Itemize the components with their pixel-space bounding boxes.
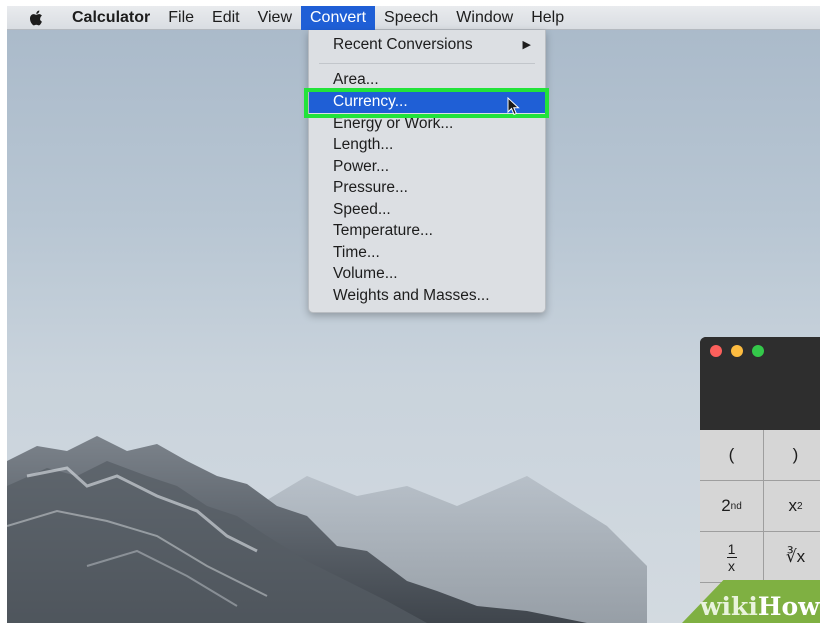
zoom-window-icon[interactable] — [752, 345, 764, 357]
apple-logo-icon — [29, 10, 42, 25]
key-label: 2 — [721, 496, 731, 515]
mouse-pointer-icon — [507, 97, 520, 116]
menu-window[interactable]: Window — [447, 6, 522, 30]
watermark-wiki: wiki — [700, 592, 758, 621]
menu-item-label: Recent Conversions — [333, 36, 473, 53]
watermark-how: How — [757, 592, 820, 621]
menu-calculator[interactable]: Calculator — [63, 6, 159, 30]
menu-separator — [319, 63, 535, 64]
menu-item-area[interactable]: Area... — [309, 69, 545, 91]
menu-item-speed[interactable]: Speed... — [309, 199, 545, 221]
minimize-window-icon[interactable] — [731, 345, 743, 357]
fraction-denominator: x — [728, 557, 735, 574]
menu-item-time[interactable]: Time... — [309, 242, 545, 264]
key-label: ( — [728, 445, 735, 464]
menu-item-length[interactable]: Length... — [309, 134, 545, 156]
menu-item-pressure[interactable]: Pressure... — [309, 177, 545, 199]
key-second[interactable]: 2nd — [700, 481, 764, 532]
convert-dropdown-menu: Recent Conversions ▶ Area... Currency...… — [308, 30, 546, 313]
menu-bar: Calculator File Edit View Convert Speech… — [7, 5, 820, 30]
menu-speech[interactable]: Speech — [375, 6, 447, 30]
menu-help[interactable]: Help — [522, 6, 573, 30]
menu-item-temperature[interactable]: Temperature... — [309, 220, 545, 242]
menu-file[interactable]: File — [159, 6, 203, 30]
key-close-paren[interactable]: ) — [764, 430, 820, 481]
menu-item-power[interactable]: Power... — [309, 156, 545, 178]
key-reciprocal[interactable]: 1 x — [700, 532, 764, 583]
fraction-numerator: 1 — [727, 540, 736, 557]
key-square[interactable]: x2 — [764, 481, 820, 532]
fraction-label: 1 x — [726, 540, 737, 574]
key-label: ) — [792, 445, 799, 464]
menu-view[interactable]: View — [249, 6, 301, 30]
close-window-icon[interactable] — [710, 345, 722, 357]
menu-item-volume[interactable]: Volume... — [309, 263, 545, 285]
menu-edit[interactable]: Edit — [203, 6, 249, 30]
key-label: ∛x — [785, 547, 806, 566]
key-cube-root[interactable]: ∛x — [764, 532, 820, 583]
menu-item-recent-conversions[interactable]: Recent Conversions ▶ — [309, 34, 545, 56]
wikihow-watermark-logo: wikiHow — [700, 591, 820, 623]
key-superscript: 2 — [796, 500, 803, 512]
menu-item-weights-and-masses[interactable]: Weights and Masses... — [309, 285, 545, 307]
key-label: x — [788, 496, 797, 515]
key-superscript: nd — [730, 500, 742, 512]
menu-convert[interactable]: Convert — [301, 5, 376, 30]
submenu-arrow-icon: ▶ — [522, 39, 531, 51]
apple-menu[interactable] — [23, 6, 49, 30]
key-open-paren[interactable]: ( — [700, 430, 764, 481]
